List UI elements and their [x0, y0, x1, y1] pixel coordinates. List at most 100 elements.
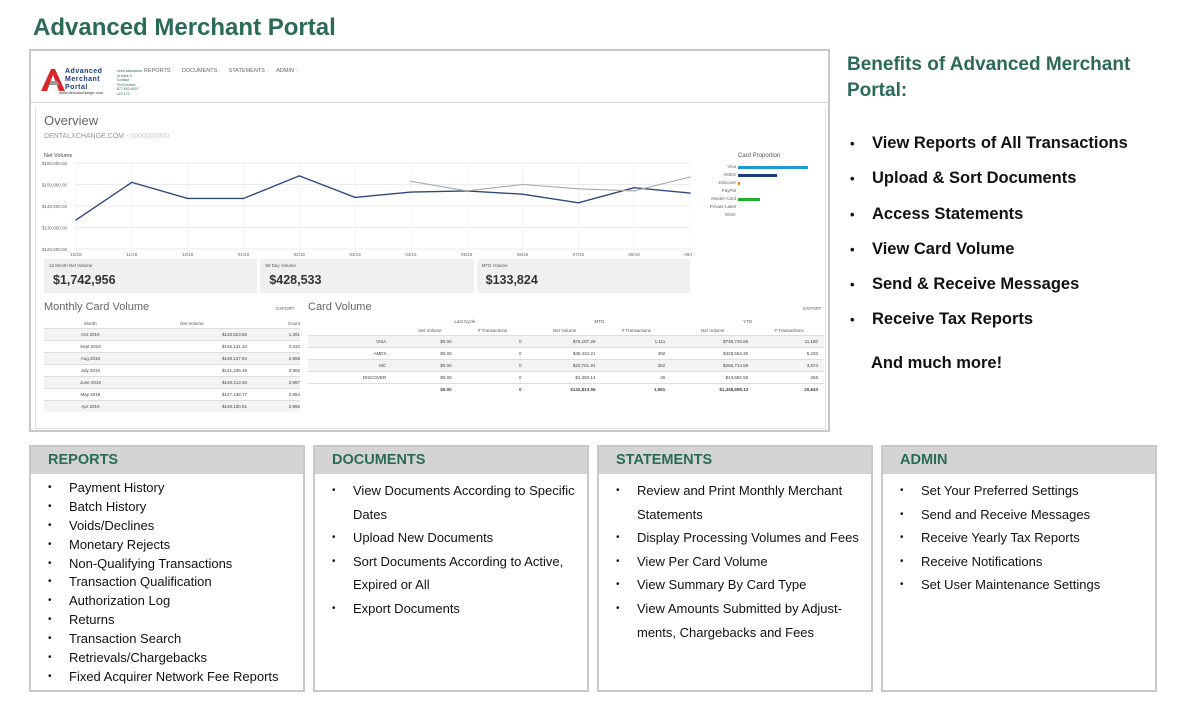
column-header: Net Volume	[701, 327, 725, 333]
card-proportion-label: AMEX	[723, 172, 736, 177]
panel-item: • View Documents According to Specific Da…	[315, 479, 587, 526]
bullet-icon: •	[900, 532, 904, 544]
table-cell: 2,032	[247, 339, 300, 352]
data-point	[577, 188, 580, 190]
data-point	[689, 192, 691, 194]
card-proportion-label: Master Card	[711, 196, 736, 201]
table-cell: $76,187.29	[527, 334, 602, 347]
panel-item-text: Payment History	[69, 480, 165, 495]
overview-title: Overview	[44, 113, 99, 128]
kpi-value: $1,742,956	[53, 273, 116, 287]
panel-item-text: Fixed Acquirer Network Fee Reports	[69, 668, 279, 684]
card-volume-export-link[interactable]: EXPORT	[803, 306, 821, 311]
panel-item-text: Sort Documents According to Active, Expi…	[353, 553, 564, 593]
data-point	[242, 197, 245, 200]
table-cell: $147,138.77	[136, 387, 248, 400]
card-volume-table: Last Cycle MTD YTD Net Volume # Transact…	[308, 317, 824, 395]
card-proportion-bar	[738, 174, 777, 177]
bullet-icon: •	[48, 614, 52, 626]
table-cell: May 2019	[44, 387, 137, 400]
data-point	[577, 202, 580, 204]
portal-logo[interactable]: Advanced Merchant Portal www.dentalxchan…	[39, 67, 157, 97]
table-cell: 2,967	[247, 375, 300, 388]
bullet-icon: •	[616, 485, 620, 496]
group-header: Last Cycle	[454, 319, 476, 324]
monthly-card-volume-title: Monthly Card Volume	[44, 301, 150, 313]
column-header[interactable]: Month	[44, 319, 137, 328]
nav-reports[interactable]: REPORTS ·	[144, 68, 174, 74]
table-cell: 26	[601, 370, 672, 383]
x-tick-label: 11/18	[126, 252, 137, 257]
column-header: # Transactions	[621, 327, 651, 333]
documents-panel: DOCUMENTS • View Documents According to S…	[313, 445, 589, 692]
table-cell: DISCOVER	[308, 370, 403, 383]
table-cell: 0	[457, 346, 528, 359]
table-cell: $148,137.84	[136, 351, 248, 364]
documents-list: • View Documents According to Specific Da…	[315, 474, 587, 621]
panel-title: REPORTS	[31, 447, 303, 474]
card-proportion-bar	[738, 198, 760, 201]
statements-panel: STATEMENTS • Review and Print Monthly Mer…	[597, 445, 873, 692]
table-row: Apr 2019 $146,100.01 2,865	[44, 399, 300, 412]
x-tick-label: 05/19	[461, 252, 473, 257]
data-point	[410, 180, 412, 182]
nav-admin[interactable]: ADMIN ·	[276, 68, 297, 74]
panel-item: • Receive Notifications	[883, 550, 1155, 574]
panel-item-text: Receive Notifications	[921, 553, 1043, 569]
column-header[interactable]: Net Volume	[137, 319, 247, 328]
column-header: # Transactions	[477, 327, 508, 333]
table-cell: AMEX	[308, 346, 403, 359]
logo-contact: need assistance or have a Contact ProCon…	[117, 69, 143, 96]
table-cell: 362	[601, 358, 672, 371]
y-tick-label: $120,000.00	[42, 247, 68, 252]
benefit-text: View Reports of All Transactions	[872, 134, 1128, 152]
bullet-icon: •	[900, 579, 904, 591]
table-total-row: $0.00 0 $132,823.55 1,991 $1,448,698.13 20,64…	[308, 382, 824, 395]
logo-name-line: Advanced	[65, 68, 103, 75]
logo-contact-line: need assistance	[117, 69, 143, 73]
table-cell: $38,434.21	[527, 346, 602, 359]
panel-item: • Transaction Qualification	[31, 573, 303, 592]
monthly-card-volume-table: Month Net Volume Count Oct 2019 $133,823.…	[44, 319, 300, 412]
table-cell: July 2019	[44, 363, 137, 376]
benefit-text: View Card Volume	[872, 239, 1015, 258]
panel-item: • Voids/Declines	[31, 517, 303, 536]
data-point	[354, 196, 356, 199]
bullet-icon: •	[48, 500, 52, 512]
table-row: May 2019 $147,138.77 2,854	[44, 387, 300, 400]
table-row: Aug 2019 $148,137.84 2,859	[44, 351, 300, 364]
panel-item: • Review and Print Monthly Merchant State…	[599, 479, 871, 526]
panel-item-text: View Documents According to Specific Dat…	[353, 483, 575, 522]
benefit-text: Send & Receive Messages	[872, 275, 1080, 294]
nav-documents[interactable]: DOCUMENTS ·	[182, 68, 221, 74]
reports-panel: REPORTS • Payment History • Batch History • V…	[29, 445, 305, 692]
bullet-icon: •	[616, 579, 620, 591]
table-row: Sept 2019 $146,131.34 2,032	[44, 339, 300, 352]
table-cell: 2,854	[247, 387, 300, 400]
benefit-item: • Receive Tax Reports	[850, 310, 1128, 345]
bullet-icon: •	[850, 171, 855, 187]
table-cell: MC	[308, 358, 403, 371]
table-cell: 0	[457, 370, 528, 383]
card-proportion-label: Other	[724, 212, 736, 217]
table-cell: $146,131.34	[136, 339, 248, 352]
nav-statements[interactable]: STATEMENTS ·	[229, 68, 269, 74]
bullet-icon: •	[616, 602, 620, 614]
kpi-90-day: 90 Day Volume $428,533	[260, 259, 474, 293]
column-header[interactable]: Count	[247, 319, 300, 328]
panel-item-text: View Per Card Volume	[637, 553, 768, 569]
data-point	[521, 183, 524, 186]
bullet-icon: •	[332, 555, 336, 567]
y-tick-label: $150,000.00	[42, 183, 68, 188]
table-row: AMEX $0.00 0 $38,434.21 492 $428,554.30 6,233	[308, 346, 824, 359]
card-proportion-row: Discover	[696, 180, 826, 188]
monthly-export-link[interactable]: EXPORT	[276, 306, 294, 311]
table-cell: $0.00	[402, 358, 458, 371]
panel-item: • Non-Qualifying Transactions	[31, 555, 303, 574]
card-proportion-title: Card Proportion	[738, 153, 781, 159]
panel-item-text: Voids/Declines	[69, 517, 155, 533]
bullet-icon: •	[616, 532, 620, 544]
benefit-item: • View Reports of All Transactions	[850, 134, 1128, 169]
table-cell: $146,100.01	[136, 399, 248, 412]
x-tick-label: 08/19	[629, 252, 641, 257]
